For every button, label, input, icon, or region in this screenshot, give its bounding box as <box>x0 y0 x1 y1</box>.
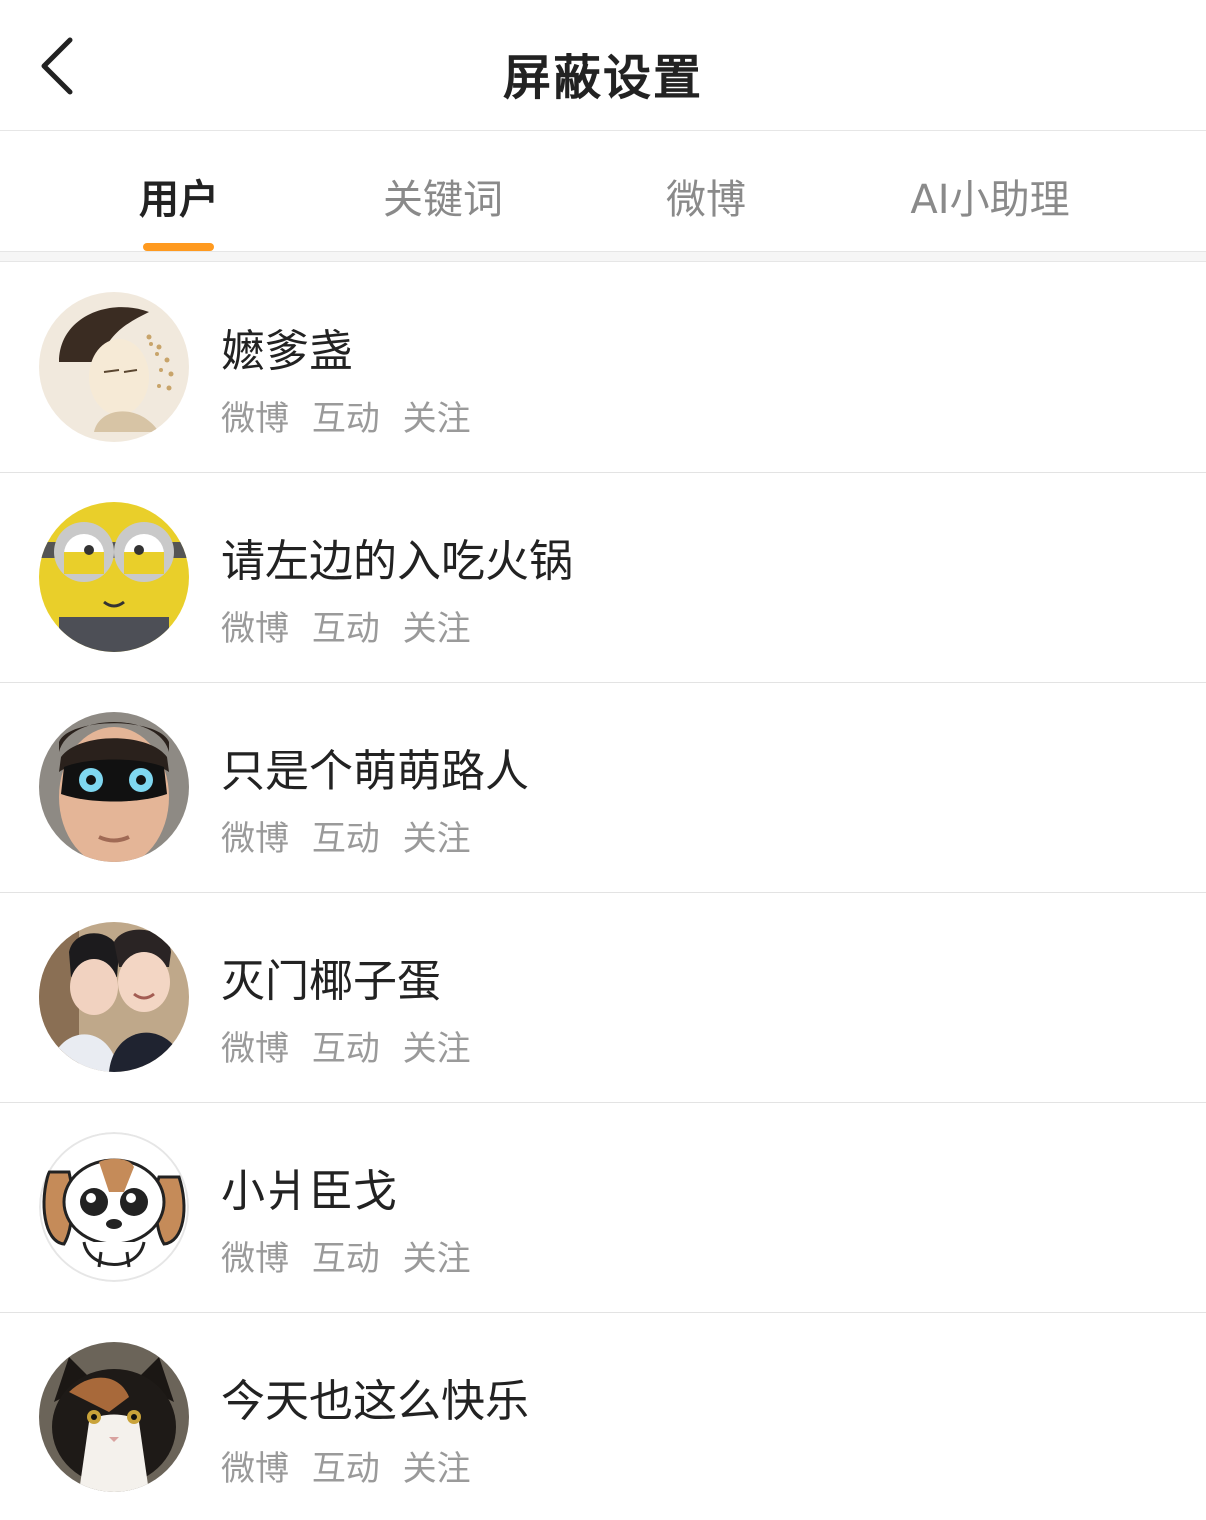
scope-interaction: 互动 <box>311 399 380 439</box>
scope-interaction: 互动 <box>311 1239 380 1279</box>
two-men-avatar <box>39 922 189 1072</box>
scope-weibo: 微博 <box>221 1449 289 1489</box>
scope-interaction: 互动 <box>311 1029 380 1069</box>
scope-follow: 关注 <box>402 1029 471 1069</box>
scope-follow: 关注 <box>402 609 471 649</box>
tab-keywords[interactable]: 关键词 <box>375 167 511 227</box>
scope-weibo: 微博 <box>221 609 289 649</box>
list-item[interactable]: 小爿臣戈 微博 互动 关注 <box>0 1103 1206 1313</box>
scope-follow: 关注 <box>402 1449 471 1489</box>
user-name: 嬷爹盏 <box>221 326 353 377</box>
calico-cat-avatar <box>39 1342 189 1492</box>
list-item[interactable]: 只是个萌萌路人 微博 互动 关注 <box>0 683 1206 893</box>
scope-interaction: 互动 <box>311 1449 380 1489</box>
top-bar: 屏蔽设置 <box>0 0 1206 131</box>
block-scope-labels: 微博 互动 关注 <box>221 1021 483 1070</box>
list-item[interactable]: 嬷爹盏 微博 互动 关注 <box>0 263 1206 473</box>
block-scope-labels: 微博 互动 关注 <box>221 601 483 650</box>
list-item[interactable]: 灭门椰子蛋 微博 互动 关注 <box>0 893 1206 1103</box>
user-name: 请左边的入吃火锅 <box>221 536 573 587</box>
scope-weibo: 微博 <box>221 1239 289 1279</box>
block-scope-labels: 微博 互动 关注 <box>221 1231 483 1280</box>
active-tab-indicator <box>143 243 214 251</box>
block-scope-labels: 微博 互动 关注 <box>221 1441 483 1490</box>
list-item[interactable]: 今天也这么快乐 微博 互动 关注 <box>0 1313 1206 1520</box>
user-name: 灭门椰子蛋 <box>221 956 441 1007</box>
scope-weibo: 微博 <box>221 1029 289 1069</box>
scope-weibo: 微博 <box>221 399 289 439</box>
scope-follow: 关注 <box>402 1239 471 1279</box>
scope-weibo: 微博 <box>221 819 289 859</box>
tab-weibo[interactable]: 微博 <box>660 167 752 227</box>
minion-avatar <box>39 502 189 652</box>
scope-follow: 关注 <box>402 819 471 859</box>
scope-interaction: 互动 <box>311 609 380 649</box>
page-title: 屏蔽设置 <box>502 50 703 106</box>
scope-follow: 关注 <box>402 399 471 439</box>
user-name: 今天也这么快乐 <box>221 1376 529 1427</box>
tab-ai-assistant[interactable]: AI小助理 <box>900 167 1080 227</box>
block-scope-labels: 微博 互动 关注 <box>221 811 483 860</box>
masked-man-avatar <box>39 712 189 862</box>
blocked-user-list: 嬷爹盏 微博 互动 关注 请左边的入吃火锅 微博 互动 关注 只是个萌萌路人 微… <box>0 263 1206 1520</box>
section-divider <box>0 252 1206 262</box>
cartoon-dog-avatar <box>39 1132 189 1282</box>
illustrated-woman-avatar <box>39 292 189 442</box>
user-name: 只是个萌萌路人 <box>221 746 529 797</box>
tab-users[interactable]: 用户 <box>135 167 223 227</box>
list-item[interactable]: 请左边的入吃火锅 微博 互动 关注 <box>0 473 1206 683</box>
scope-interaction: 互动 <box>311 819 380 859</box>
block-scope-labels: 微博 互动 关注 <box>221 391 483 440</box>
user-name: 小爿臣戈 <box>221 1166 397 1217</box>
tab-bar: 用户 关键词 微博 AI小助理 <box>0 131 1206 252</box>
